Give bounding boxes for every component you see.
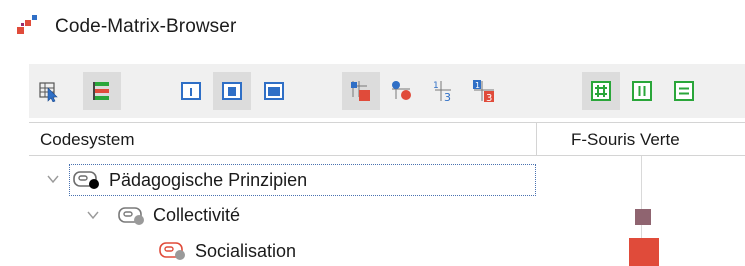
numbers-icon: 1 3 (433, 81, 451, 103)
circles-icon (392, 81, 411, 100)
svg-text:1: 1 (433, 81, 439, 91)
view-wide-icon (264, 82, 284, 100)
select-button[interactable] (31, 72, 69, 110)
tree-row-label: Collectivité (153, 205, 241, 225)
rows-view-button[interactable] (665, 72, 703, 110)
view-narrow-icon (181, 82, 201, 100)
tree-row[interactable]: Socialisation (29, 234, 745, 266)
number-squares-icon: 1 3 (473, 80, 494, 103)
svg-text:1: 1 (475, 81, 480, 90)
code-tag-icon (159, 242, 185, 260)
view-wide-button[interactable] (255, 72, 293, 110)
tree-row-label: Pädagogische Prinzipien (109, 170, 308, 190)
svg-text:3: 3 (486, 93, 492, 103)
view-narrow-button[interactable] (172, 72, 210, 110)
circles-button[interactable] (383, 72, 421, 110)
matrix-cell-square[interactable] (629, 238, 659, 266)
column-header-codesystem[interactable]: Codesystem (29, 123, 537, 156)
rows-view-icon (674, 81, 694, 101)
toolbar: 1 3 1 3 (29, 64, 745, 118)
window-title: Code-Matrix-Browser (55, 16, 237, 37)
color-bars-button[interactable] (83, 72, 121, 110)
numbers-button[interactable]: 1 3 (424, 72, 462, 110)
grid-view-icon (591, 81, 611, 101)
columns-view-button[interactable] (623, 72, 661, 110)
chevron-down-icon[interactable] (86, 208, 100, 222)
column-header-document[interactable]: F-Souris Verte (537, 123, 745, 156)
select-icon (39, 82, 58, 102)
svg-text:3: 3 (444, 91, 451, 103)
view-medium-icon (222, 82, 242, 100)
tree-row[interactable]: Collectivité (29, 199, 745, 233)
tree-row-label: Socialisation (195, 241, 297, 261)
code-tag-icon (118, 207, 144, 225)
grid-view-button[interactable] (582, 72, 620, 110)
app-logo-icon (17, 15, 37, 34)
tree-row[interactable]: Pädagogische Prinzipien (29, 164, 745, 198)
squares-button[interactable] (342, 72, 380, 110)
table-header: Codesystem F-Souris Verte (29, 122, 745, 156)
code-tag-icon (73, 171, 99, 189)
matrix-cell-square[interactable] (635, 209, 651, 225)
chevron-down-icon[interactable] (46, 172, 60, 186)
column-header-codesystem-label: Codesystem (40, 130, 135, 149)
squares-icon (351, 81, 370, 101)
column-header-document-label: F-Souris Verte (571, 130, 680, 149)
view-medium-button[interactable] (213, 72, 251, 110)
color-bars-icon (93, 82, 109, 100)
number-squares-button[interactable]: 1 3 (465, 72, 503, 110)
title-bar: Code-Matrix-Browser (0, 0, 745, 52)
columns-view-icon (632, 81, 652, 101)
